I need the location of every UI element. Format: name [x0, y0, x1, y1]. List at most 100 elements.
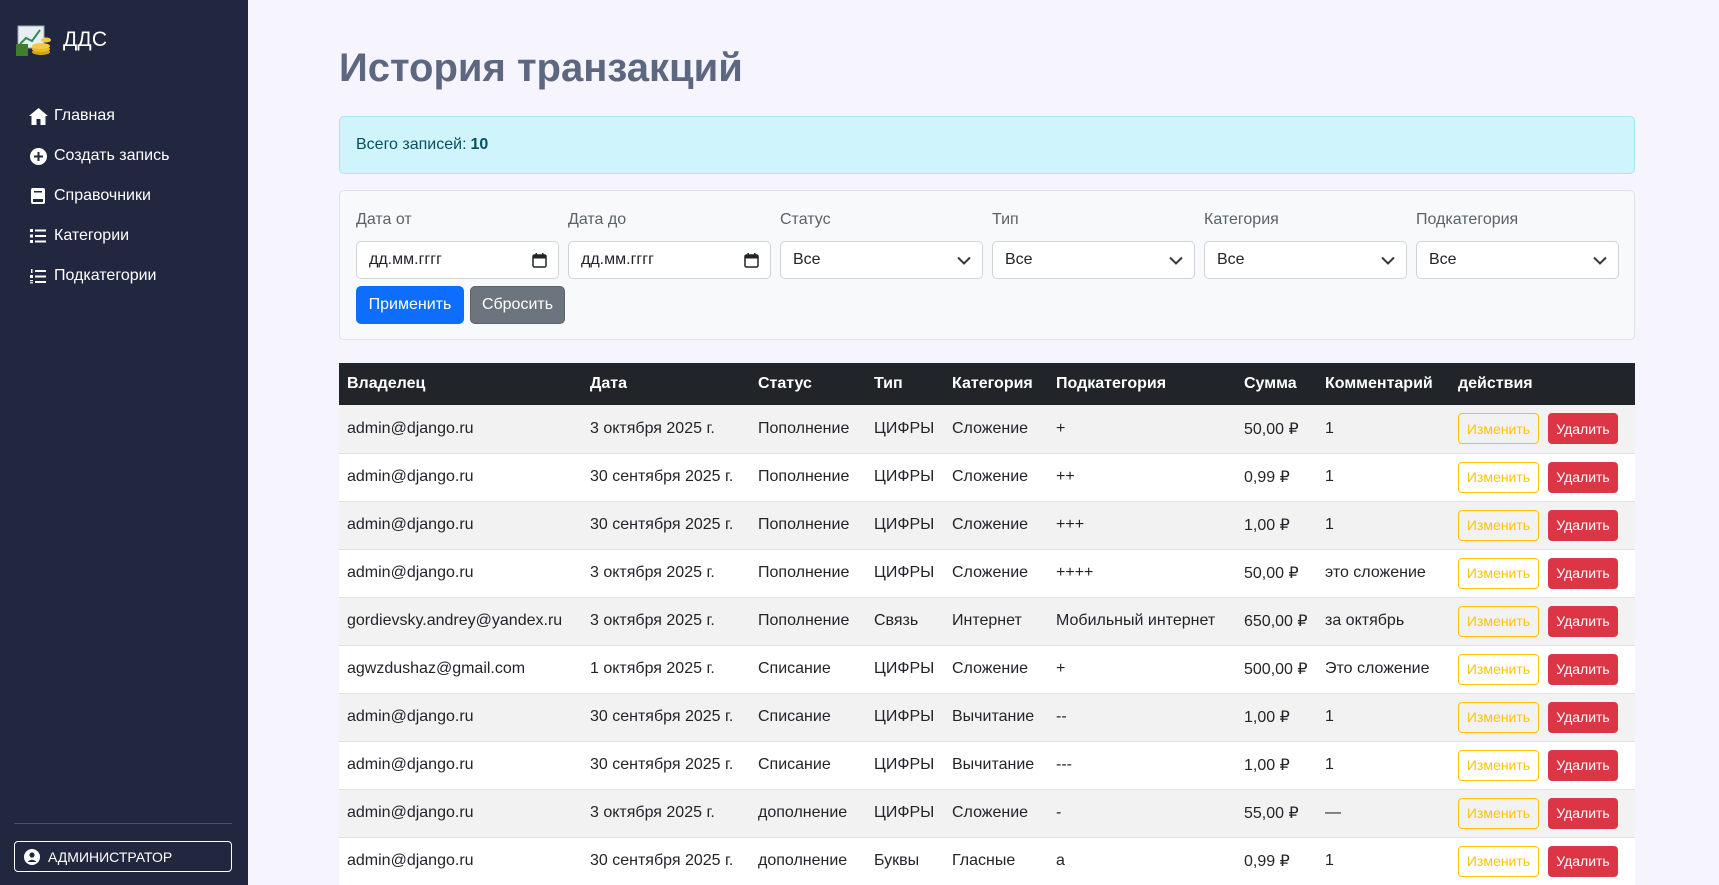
- delete-button[interactable]: Удалить: [1548, 749, 1618, 781]
- owner-cell: agwzdushaz@gmail.com: [339, 645, 582, 694]
- delete-button[interactable]: Удалить: [1548, 557, 1618, 589]
- status-cell: Пополнение: [750, 405, 866, 454]
- input-value: дд.мм.гггг: [581, 251, 654, 268]
- sidebar-item-label: Категории: [54, 227, 130, 244]
- sidebar-item-references[interactable]: Справочники: [28, 176, 169, 216]
- subcategory-cell: +: [1048, 405, 1236, 454]
- row-actions: Изменить Удалить: [1458, 797, 1635, 829]
- filter-label: Подкатегория: [1416, 211, 1519, 228]
- delete-button[interactable]: Удалить: [1548, 461, 1618, 493]
- category-select[interactable]: Все: [1204, 241, 1407, 279]
- category-cell: Сложение: [944, 501, 1048, 550]
- column-header-type: Тип: [866, 363, 944, 405]
- user-menu-button[interactable]: АДМИНИСТРАТОР: [14, 841, 232, 872]
- actions-cell: Изменить Удалить: [1450, 501, 1635, 550]
- sidebar-item-label: Справочники: [54, 187, 151, 204]
- date-from-input[interactable]: дд.мм.гггг: [356, 241, 559, 279]
- sidebar-item-home[interactable]: Главная: [28, 96, 169, 136]
- brand[interactable]: ДДС: [14, 20, 107, 60]
- delete-button[interactable]: Удалить: [1548, 797, 1618, 829]
- column-header-comment: Комментарий: [1317, 363, 1450, 405]
- date-cell: 30 сентября 2025 г.: [582, 453, 750, 502]
- book-icon: [28, 186, 48, 206]
- subcategory-select[interactable]: Все: [1416, 241, 1619, 279]
- owner-cell: gordievsky.andrey@yandex.ru: [339, 597, 582, 646]
- actions-cell: Изменить Удалить: [1450, 837, 1635, 885]
- filter-label: Категория: [1204, 211, 1279, 228]
- amount-cell: 55,00 ₽: [1236, 789, 1317, 838]
- status-cell: Пополнение: [750, 597, 866, 646]
- delete-button[interactable]: Удалить: [1548, 845, 1618, 877]
- edit-button[interactable]: Изменить: [1458, 461, 1539, 493]
- edit-button[interactable]: Изменить: [1458, 653, 1539, 685]
- subcategory-cell: +++: [1048, 501, 1236, 550]
- status-cell: Пополнение: [750, 501, 866, 550]
- input-value: дд.мм.гггг: [369, 251, 442, 268]
- filter-date-to: Дата до дд.мм.гггг: [568, 211, 771, 279]
- edit-button[interactable]: Изменить: [1458, 797, 1539, 829]
- records-count-alert: Всего записей: 10: [339, 116, 1635, 174]
- category-cell: Вычитание: [944, 741, 1048, 790]
- actions-cell: Изменить Удалить: [1450, 789, 1635, 838]
- amount-cell: 0,99 ₽: [1236, 453, 1317, 502]
- edit-button[interactable]: Изменить: [1458, 845, 1539, 877]
- date-cell: 30 сентября 2025 г.: [582, 501, 750, 550]
- sidebar-item-label: Создать запись: [54, 147, 170, 164]
- row-actions: Изменить Удалить: [1458, 749, 1635, 781]
- select-value: Все: [1005, 251, 1033, 268]
- amount-cell: 50,00 ₽: [1236, 405, 1317, 454]
- edit-button[interactable]: Изменить: [1458, 509, 1539, 541]
- type-select[interactable]: Все: [992, 241, 1195, 279]
- list-ol-icon: [28, 266, 48, 286]
- table-row: admin@django.ru 30 сентября 2025 г. Списан…: [339, 741, 1635, 790]
- edit-button[interactable]: Изменить: [1458, 749, 1539, 781]
- calendar-icon[interactable]: [744, 252, 759, 268]
- delete-button[interactable]: Удалить: [1548, 413, 1618, 445]
- filter-date-from: Дата от дд.мм.гггг: [356, 211, 559, 279]
- subcategory-cell: -: [1048, 789, 1236, 838]
- delete-button[interactable]: Удалить: [1548, 509, 1618, 541]
- actions-cell: Изменить Удалить: [1450, 597, 1635, 646]
- actions-cell: Изменить Удалить: [1450, 741, 1635, 790]
- category-cell: Сложение: [944, 453, 1048, 502]
- date-to-input[interactable]: дд.мм.гггг: [568, 241, 771, 279]
- table-row: admin@django.ru 30 сентября 2025 г. Пополн…: [339, 501, 1635, 550]
- sidebar-item-create[interactable]: Создать запись: [28, 136, 169, 176]
- delete-button[interactable]: Удалить: [1548, 605, 1618, 637]
- status-cell: дополнение: [750, 789, 866, 838]
- date-cell: 1 октября 2025 г.: [582, 645, 750, 694]
- filter-form: Дата от дд.мм.гггг Дата до дд.мм.гггг Ст…: [339, 190, 1635, 340]
- logo-icon: [14, 20, 54, 60]
- edit-button[interactable]: Изменить: [1458, 557, 1539, 589]
- column-header-amount: Сумма: [1236, 363, 1317, 405]
- comment-cell: 1: [1317, 741, 1450, 790]
- status-select[interactable]: Все: [780, 241, 983, 279]
- type-cell: ЦИФРЫ: [866, 693, 944, 742]
- sidebar-item-subcategories[interactable]: Подкатегории: [28, 256, 169, 296]
- reset-button[interactable]: Сбросить: [470, 286, 565, 324]
- category-cell: Интернет: [944, 597, 1048, 646]
- edit-button[interactable]: Изменить: [1458, 605, 1539, 637]
- filter-subcategory: Подкатегория Все: [1416, 211, 1619, 279]
- edit-button[interactable]: Изменить: [1458, 701, 1539, 733]
- apply-button[interactable]: Применить: [356, 286, 464, 324]
- sidebar-item-categories[interactable]: Категории: [28, 216, 169, 256]
- subcategory-cell: ---: [1048, 741, 1236, 790]
- comment-cell: 1: [1317, 693, 1450, 742]
- actions-cell: Изменить Удалить: [1450, 453, 1635, 502]
- user-circle-icon: [24, 848, 40, 865]
- category-cell: Сложение: [944, 645, 1048, 694]
- row-actions: Изменить Удалить: [1458, 461, 1635, 493]
- chevron-down-icon: [1593, 256, 1607, 265]
- date-cell: 3 октября 2025 г.: [582, 597, 750, 646]
- status-cell: Списание: [750, 741, 866, 790]
- edit-button[interactable]: Изменить: [1458, 413, 1539, 445]
- comment-cell: это сложение: [1317, 549, 1450, 598]
- delete-button[interactable]: Удалить: [1548, 701, 1618, 733]
- calendar-icon[interactable]: [532, 252, 547, 268]
- category-cell: Сложение: [944, 549, 1048, 598]
- delete-button[interactable]: Удалить: [1548, 653, 1618, 685]
- category-cell: Гласные: [944, 837, 1048, 885]
- filter-label: Тип: [992, 211, 1019, 228]
- filter-status: Статус Все: [780, 211, 983, 279]
